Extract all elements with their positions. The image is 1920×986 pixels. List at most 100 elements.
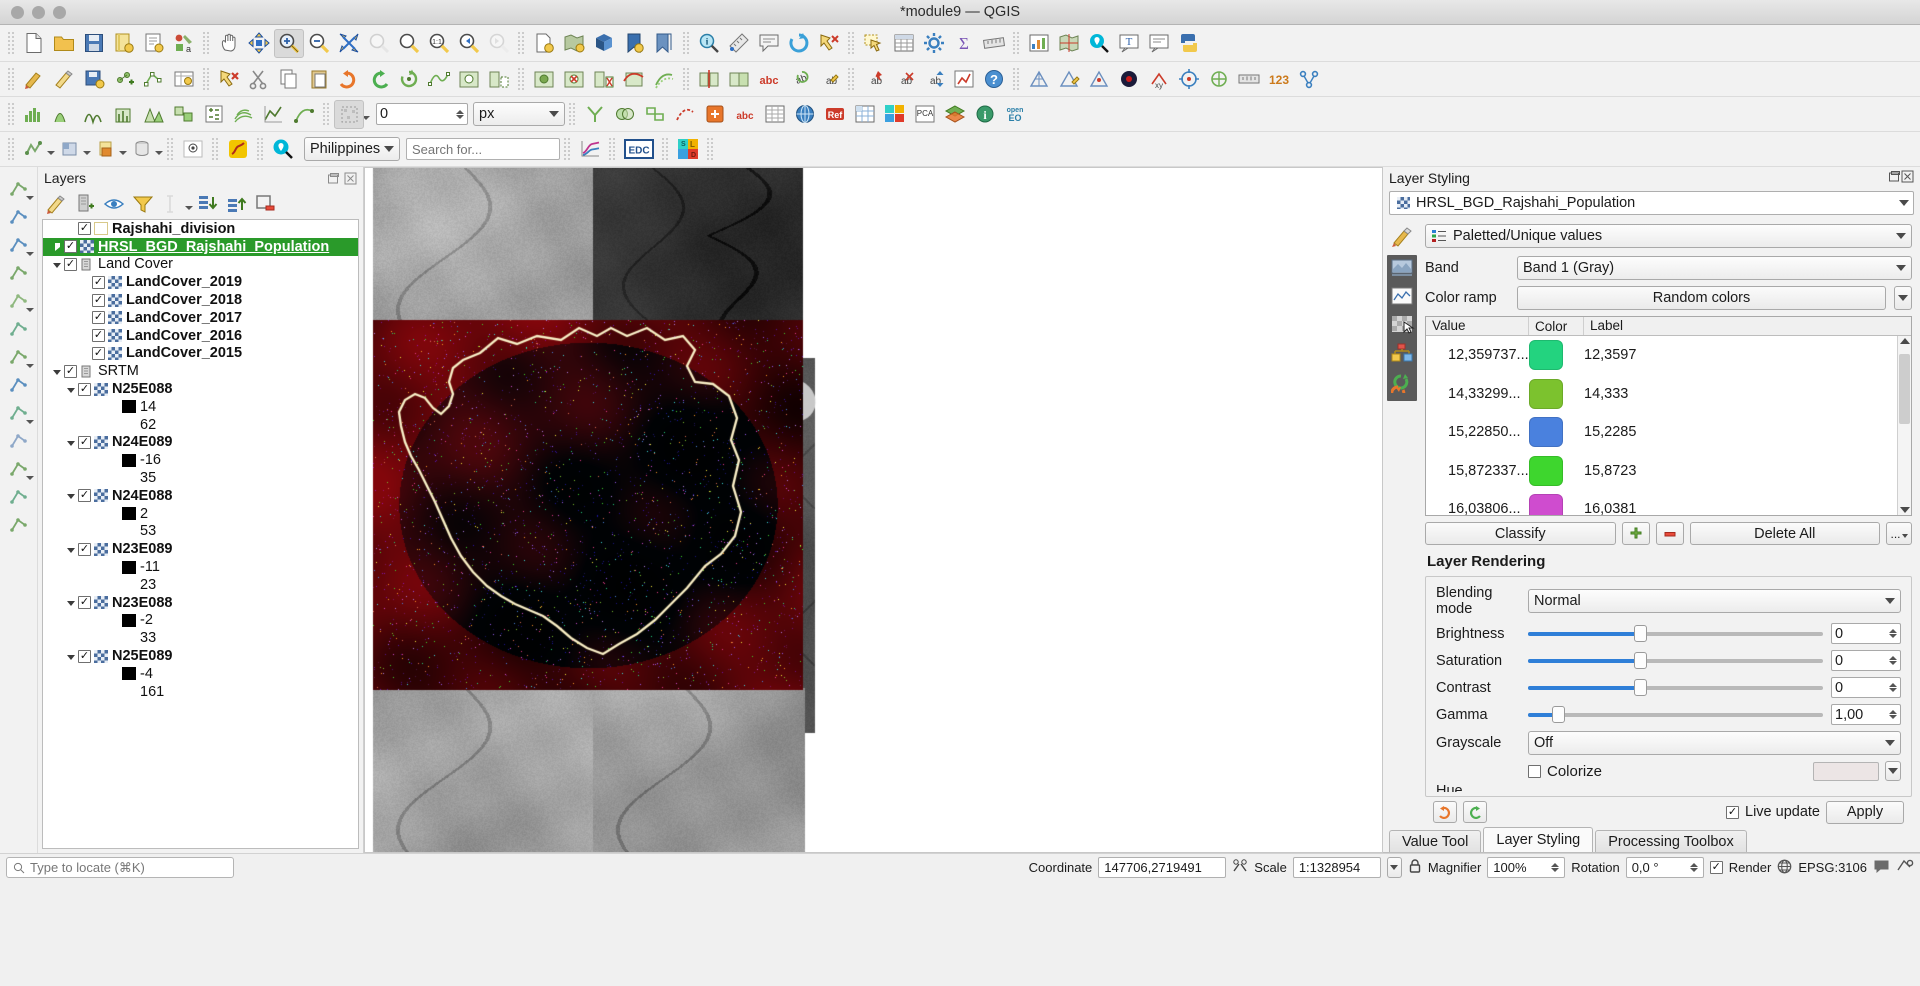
grayscale-select[interactable]: Off bbox=[1528, 731, 1901, 755]
histogram2-icon[interactable] bbox=[49, 100, 79, 129]
undock-icon[interactable] bbox=[1888, 170, 1901, 186]
histogram-tab-icon[interactable] bbox=[1391, 287, 1413, 309]
layer-tree-item[interactable]: -2 bbox=[43, 612, 358, 630]
vertex-tool-icon[interactable] bbox=[139, 65, 169, 94]
numeric-123-icon[interactable]: 123 bbox=[1264, 65, 1294, 94]
layer-visibility-checkbox[interactable]: ✓ bbox=[92, 329, 105, 342]
toolbar-grip[interactable] bbox=[608, 137, 617, 161]
show-hide-labels-icon[interactable]: ab bbox=[889, 65, 919, 94]
close-panel-icon[interactable] bbox=[344, 172, 357, 185]
layer-tree-item[interactable]: 35 bbox=[43, 469, 358, 487]
text-annotation-icon[interactable]: T bbox=[1114, 29, 1144, 58]
toolbar-grip[interactable] bbox=[202, 31, 211, 55]
histogram3-icon[interactable] bbox=[79, 100, 109, 129]
layer-tree-item[interactable]: ✓ LandCover_2018 bbox=[43, 291, 358, 309]
trace-icon[interactable] bbox=[289, 100, 319, 129]
refresh-map-icon[interactable] bbox=[784, 29, 814, 58]
digitize-rect-icon[interactable] bbox=[4, 203, 34, 229]
rendering-slider[interactable] bbox=[1528, 681, 1823, 695]
color-swatch[interactable] bbox=[1529, 456, 1563, 486]
zoom-full-icon[interactable] bbox=[334, 29, 364, 58]
zoom-native-icon[interactable]: 1:1 bbox=[424, 29, 454, 58]
style-undo-button[interactable] bbox=[1433, 801, 1457, 823]
layer-tree-item[interactable]: ✓ LandCover_2017 bbox=[43, 309, 358, 327]
collapse-all-icon[interactable] bbox=[223, 191, 251, 217]
layer-visibility-checkbox[interactable]: ✓ bbox=[64, 365, 77, 378]
layer-visibility-checkbox[interactable]: ✓ bbox=[64, 258, 77, 271]
palette-color-cell[interactable] bbox=[1529, 456, 1584, 486]
colorize-color-well[interactable] bbox=[1813, 762, 1879, 781]
scroll-down-icon[interactable] bbox=[1900, 507, 1910, 513]
new-bookmark-icon[interactable] bbox=[619, 29, 649, 58]
add-group-icon[interactable] bbox=[71, 191, 99, 217]
style-layers-icon[interactable] bbox=[42, 191, 70, 217]
live-update-checkbox[interactable]: ✓ bbox=[1726, 806, 1739, 819]
layer-tree-item[interactable]: ✓ N25E089 bbox=[43, 647, 358, 665]
collapse-icon[interactable] bbox=[65, 383, 78, 396]
layer-visibility-checkbox[interactable]: ✓ bbox=[64, 240, 77, 253]
move-label-icon[interactable]: ab bbox=[919, 65, 949, 94]
copy-features-icon[interactable] bbox=[274, 65, 304, 94]
main-toolbar-row-1[interactable]: a 1:1 i Σ T bbox=[0, 25, 1920, 62]
renderer-select[interactable]: Paletted/Unique values bbox=[1425, 224, 1912, 248]
transparency-tab-icon[interactable] bbox=[1391, 259, 1413, 281]
vector-tools-icon[interactable] bbox=[760, 100, 790, 129]
layer-tree-item[interactable]: ✓ LandCover_2015 bbox=[43, 345, 358, 363]
layer-tree-item[interactable]: 2 bbox=[43, 505, 358, 523]
panel-tab-value-tool[interactable]: Value Tool bbox=[1389, 830, 1481, 852]
apply-button[interactable]: Apply bbox=[1826, 801, 1904, 824]
colorize-color-dropdown[interactable] bbox=[1885, 761, 1901, 781]
rendering-slider[interactable] bbox=[1528, 708, 1823, 722]
snapping-tolerance-stepper[interactable] bbox=[456, 110, 464, 119]
split-parts-icon[interactable] bbox=[4, 343, 34, 369]
curve-tool-icon[interactable] bbox=[4, 511, 34, 537]
palette-table[interactable]: Value Color Label 12,359737... 12,3597 14,… bbox=[1425, 316, 1912, 516]
globe-icon[interactable] bbox=[790, 100, 820, 129]
scroll-up-icon[interactable] bbox=[1900, 338, 1910, 344]
georeferencer-icon[interactable] bbox=[1054, 29, 1084, 58]
rotation-value[interactable]: 0,0 ° bbox=[1626, 857, 1704, 878]
topology-icon[interactable] bbox=[640, 100, 670, 129]
palette-row[interactable]: 15,22850... 15,2285 bbox=[1426, 413, 1911, 452]
circle-tool-icon[interactable] bbox=[4, 371, 34, 397]
toolbar-grip[interactable] bbox=[211, 137, 220, 161]
gps-tools-icon[interactable] bbox=[1174, 65, 1204, 94]
layer-visibility-checkbox[interactable]: ✓ bbox=[92, 294, 105, 307]
palette-color-cell[interactable] bbox=[1529, 340, 1584, 370]
reshape-features-icon[interactable] bbox=[619, 65, 649, 94]
remove-value-button[interactable] bbox=[1656, 522, 1684, 545]
layer-tree-item[interactable]: 161 bbox=[43, 683, 358, 701]
trim-extend-icon[interactable] bbox=[4, 315, 34, 341]
chevron-down-icon[interactable] bbox=[26, 308, 34, 312]
split-features-icon[interactable] bbox=[694, 65, 724, 94]
layer-tree-item[interactable]: 53 bbox=[43, 523, 358, 541]
layer-tree-item[interactable]: ✓ LandCover_2016 bbox=[43, 327, 358, 345]
color-ramp-dropdown[interactable] bbox=[1894, 286, 1912, 310]
measure-bearing-icon[interactable] bbox=[1234, 65, 1264, 94]
open-eo-icon[interactable]: open EO bbox=[1000, 100, 1030, 129]
palette-row[interactable]: 16,03806... 16,0381 bbox=[1426, 490, 1911, 515]
color-swatch[interactable] bbox=[1529, 494, 1563, 515]
python-console-icon[interactable] bbox=[1174, 29, 1204, 58]
rotate-feature-icon[interactable] bbox=[394, 65, 424, 94]
layer-tree-item[interactable]: -11 bbox=[43, 558, 358, 576]
save-project-icon[interactable] bbox=[79, 29, 109, 58]
histogram-icon[interactable] bbox=[19, 100, 49, 129]
route-plugin-icon[interactable] bbox=[223, 135, 253, 164]
rendering-stepper[interactable] bbox=[1889, 710, 1897, 719]
digitizing-toolbar-row-2[interactable]: abc ab ab ab ab ab? xy 123 bbox=[0, 62, 1920, 97]
form-annotation-icon[interactable] bbox=[1144, 29, 1174, 58]
layer-tree-item[interactable]: 14 bbox=[43, 398, 358, 416]
rotate-feature-icon[interactable] bbox=[4, 287, 34, 313]
add-vector-layer-icon[interactable] bbox=[19, 135, 49, 164]
measure-area-icon[interactable] bbox=[979, 29, 1009, 58]
mesh-edit-icon[interactable] bbox=[1054, 65, 1084, 94]
toggle-extents-icon[interactable] bbox=[1232, 858, 1248, 877]
rendering-value-input[interactable]: 0 bbox=[1831, 677, 1901, 698]
record-icon[interactable] bbox=[1114, 65, 1144, 94]
magnifier-value[interactable]: 100% bbox=[1487, 857, 1565, 878]
styling-tab-stack[interactable] bbox=[1387, 255, 1417, 401]
save-layer-edits-icon[interactable] bbox=[79, 65, 109, 94]
rendering-stepper[interactable] bbox=[1889, 683, 1897, 692]
plugins-toolbar-row-4[interactable]: Philippines EDC SLD bbox=[0, 132, 1920, 167]
